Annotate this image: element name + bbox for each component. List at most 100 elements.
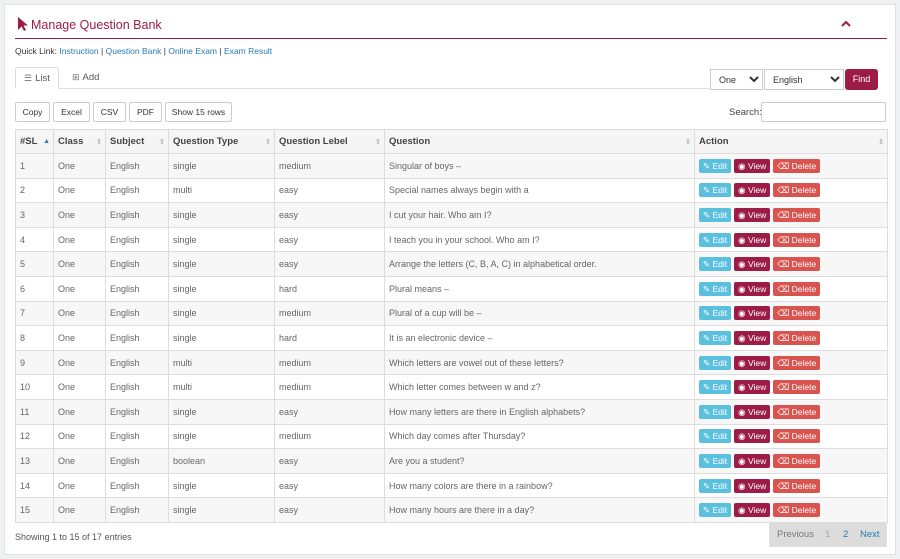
tab-add[interactable]: ⊞ Add <box>64 67 107 89</box>
column-header-class[interactable]: Class ⇕ <box>53 129 106 154</box>
edit-button[interactable]: ✎ Edit <box>699 355 732 370</box>
quick-link-online-exam[interactable]: Online Exam <box>168 46 217 56</box>
column-header-question[interactable]: Question ⇕ <box>384 129 695 154</box>
edit-button[interactable]: ✎ Edit <box>699 330 732 345</box>
cell-subject: English <box>105 472 169 499</box>
eye-icon: ◉ <box>738 455 746 466</box>
view-button[interactable]: ◉ View <box>734 257 771 272</box>
next-page-button[interactable]: Next <box>860 529 880 540</box>
class-select[interactable]: One <box>710 69 763 90</box>
delete-button[interactable]: ⌫ Delete <box>773 281 821 296</box>
delete-button[interactable]: ⌫ Delete <box>773 404 821 419</box>
cell-action: ✎ Edit ◉ View ⌫ Delete <box>694 275 888 302</box>
view-button[interactable]: ◉ View <box>734 232 771 247</box>
edit-button[interactable]: ✎ Edit <box>699 380 732 395</box>
cell-subject: English <box>105 177 169 204</box>
view-button[interactable]: ◉ View <box>734 453 771 468</box>
page-2-button[interactable]: 2 <box>843 529 848 540</box>
view-button[interactable]: ◉ View <box>734 330 771 345</box>
edit-icon: ✎ <box>703 406 711 417</box>
find-button[interactable]: Find <box>845 69 878 90</box>
edit-button[interactable]: ✎ Edit <box>699 503 732 518</box>
show-rows-button[interactable]: Show 15 rows <box>165 102 232 122</box>
edit-label: Edit <box>712 431 728 442</box>
column-header-sl[interactable]: #SL ▲ <box>15 129 54 154</box>
view-button[interactable]: ◉ View <box>734 281 771 296</box>
view-button[interactable]: ◉ View <box>734 158 771 173</box>
delete-button[interactable]: ⌫ Delete <box>773 306 821 321</box>
cell-action: ✎ Edit ◉ View ⌫ Delete <box>694 325 888 351</box>
column-header-question-level[interactable]: Question Lebel ⇕ <box>274 129 385 154</box>
edit-button[interactable]: ✎ Edit <box>699 257 732 272</box>
cell-sl: 1 <box>15 153 54 179</box>
view-button[interactable]: ◉ View <box>734 183 771 198</box>
cell-question-level: medium <box>274 153 385 179</box>
quick-link-instruction[interactable]: Instruction <box>59 46 98 56</box>
view-button[interactable]: ◉ View <box>734 429 771 444</box>
delete-button[interactable]: ⌫ Delete <box>773 232 821 247</box>
copy-button[interactable]: Copy <box>15 102 50 122</box>
edit-button[interactable]: ✎ Edit <box>699 183 732 198</box>
pdf-button[interactable]: PDF <box>129 102 162 122</box>
language-select[interactable]: English <box>764 69 844 90</box>
delete-button[interactable]: ⌫ Delete <box>773 330 821 345</box>
view-button[interactable]: ◉ View <box>734 355 771 370</box>
cell-action: ✎ Edit ◉ View ⌫ Delete <box>694 423 888 450</box>
search-input[interactable] <box>761 102 886 122</box>
delete-button[interactable]: ⌫ Delete <box>773 257 821 272</box>
edit-icon: ✎ <box>703 480 711 491</box>
view-button[interactable]: ◉ View <box>734 478 771 493</box>
view-button[interactable]: ◉ View <box>734 207 771 222</box>
edit-button[interactable]: ✎ Edit <box>699 453 732 468</box>
edit-button[interactable]: ✎ Edit <box>699 478 732 493</box>
delete-label: Delete <box>791 234 817 245</box>
edit-label: Edit <box>712 185 728 196</box>
edit-label: Edit <box>712 234 728 245</box>
view-button[interactable]: ◉ View <box>734 503 771 518</box>
header-label: Subject <box>110 136 145 147</box>
excel-button[interactable]: Excel <box>53 102 90 122</box>
delete-label: Delete <box>791 160 817 171</box>
edit-button[interactable]: ✎ Edit <box>699 306 732 321</box>
delete-button[interactable]: ⌫ Delete <box>773 429 821 444</box>
view-button[interactable]: ◉ View <box>734 404 771 419</box>
column-header-action[interactable]: Action ⇕ <box>694 129 888 154</box>
edit-button[interactable]: ✎ Edit <box>699 207 732 222</box>
view-label: View <box>747 308 767 319</box>
edit-button[interactable]: ✎ Edit <box>699 232 732 247</box>
page-1-button[interactable]: 1 <box>825 529 830 540</box>
delete-button[interactable]: ⌫ Delete <box>773 355 821 370</box>
previous-page-button[interactable]: Previous <box>777 529 814 540</box>
list-icon: ☰ <box>24 73 33 83</box>
delete-button[interactable]: ⌫ Delete <box>773 380 821 395</box>
delete-button[interactable]: ⌫ Delete <box>773 503 821 518</box>
quick-link-exam-result[interactable]: Exam Result <box>224 46 272 56</box>
chevron-up-icon[interactable] <box>839 17 853 31</box>
view-button[interactable]: ◉ View <box>734 380 771 395</box>
delete-button[interactable]: ⌫ Delete <box>773 158 821 173</box>
column-header-subject[interactable]: Subject ⇕ <box>105 129 169 154</box>
view-label: View <box>747 234 767 245</box>
cell-class: One <box>53 325 106 351</box>
delete-button[interactable]: ⌫ Delete <box>773 207 821 222</box>
delete-button[interactable]: ⌫ Delete <box>773 183 821 198</box>
cell-question: How many colors are there in a rainbow? <box>384 472 695 499</box>
view-button[interactable]: ◉ View <box>734 306 771 321</box>
delete-button[interactable]: ⌫ Delete <box>773 453 821 468</box>
cell-sl: 13 <box>15 448 54 474</box>
edit-button[interactable]: ✎ Edit <box>699 429 732 444</box>
delete-button[interactable]: ⌫ Delete <box>773 478 821 493</box>
csv-button[interactable]: CSV <box>93 102 126 122</box>
edit-button[interactable]: ✎ Edit <box>699 404 732 419</box>
edit-button[interactable]: ✎ Edit <box>699 158 732 173</box>
view-label: View <box>747 480 767 491</box>
sort-icon: ⇕ <box>96 139 102 146</box>
quick-link-question-bank[interactable]: Question Bank <box>106 46 162 56</box>
edit-button[interactable]: ✎ Edit <box>699 281 732 296</box>
column-header-question-type[interactable]: Question Type ⇕ <box>168 129 275 154</box>
header-label: Action <box>699 136 729 147</box>
tab-list[interactable]: ☰ List <box>15 67 59 89</box>
view-label: View <box>747 332 767 343</box>
header-label: Question Lebel <box>279 136 348 147</box>
trash-icon: ⌫ <box>777 332 790 343</box>
